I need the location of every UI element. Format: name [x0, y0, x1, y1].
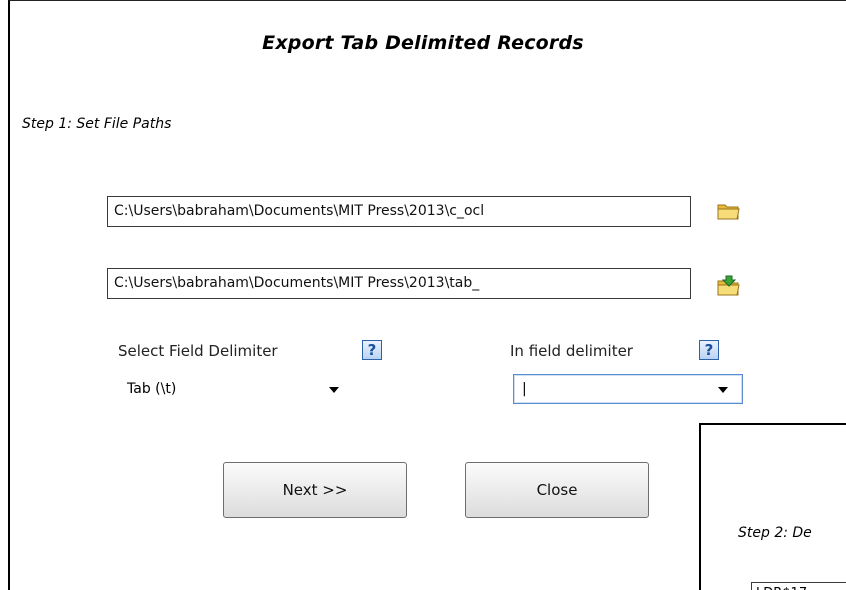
chevron-down-icon: [718, 387, 728, 393]
output-path-input[interactable]: C:\Users\babraham\Documents\MIT Press\20…: [107, 268, 691, 299]
help-icon[interactable]: ?: [699, 340, 719, 360]
step2-label: Step 2: De: [738, 525, 812, 541]
folder-open-icon[interactable]: [716, 200, 742, 222]
folder-save-icon[interactable]: [716, 275, 742, 297]
help-icon[interactable]: ?: [362, 340, 382, 360]
dialog-title: Export Tab Delimited Records: [262, 32, 584, 54]
field-delimiter-label: Select Field Delimiter: [118, 342, 278, 360]
field-delimiter-value: Tab (\t): [127, 381, 177, 397]
step1-label: Step 1: Set File Paths: [22, 116, 172, 132]
chevron-down-icon: [329, 387, 339, 393]
close-button[interactable]: Close: [465, 462, 649, 518]
next-button[interactable]: Next >>: [223, 462, 407, 518]
source-path-input[interactable]: C:\Users\babraham\Documents\MIT Press\20…: [107, 196, 691, 227]
step2-input[interactable]: LDR$17: [751, 582, 846, 590]
step2-dialog: Step 2: De LDR$17: [699, 423, 846, 590]
in-field-delimiter-label: In field delimiter: [510, 342, 633, 360]
in-field-delimiter-value: |: [522, 381, 527, 397]
field-delimiter-select[interactable]: Tab (\t): [118, 374, 354, 404]
in-field-delimiter-select[interactable]: |: [513, 374, 743, 404]
